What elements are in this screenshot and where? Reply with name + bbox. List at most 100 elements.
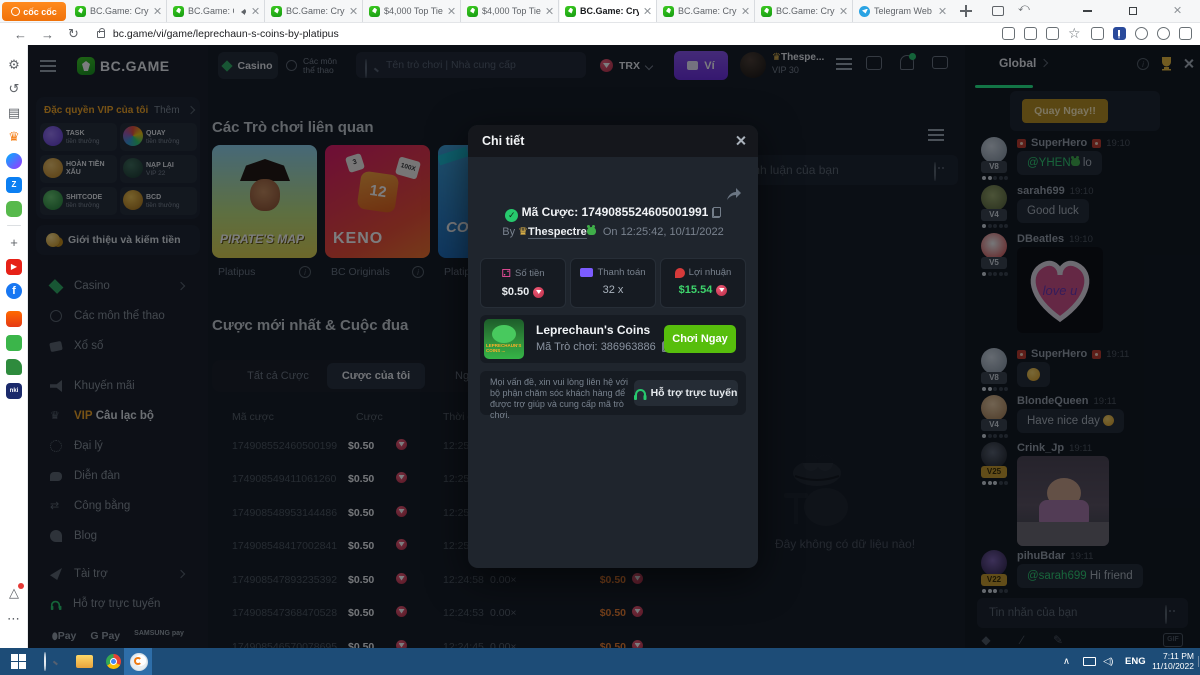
telegram-favicon bbox=[859, 6, 870, 17]
reading-list-icon[interactable] bbox=[992, 6, 1004, 16]
add-site-icon[interactable]: + bbox=[6, 235, 22, 251]
tab-close-icon[interactable] bbox=[545, 7, 553, 15]
profile-icon[interactable] bbox=[1157, 27, 1170, 40]
browser-tab-4[interactable]: $4,000 Top Tier P bbox=[364, 0, 461, 22]
download-manager-icon[interactable] bbox=[1113, 27, 1126, 40]
trx-coin-icon bbox=[716, 285, 727, 296]
browser-tab-3[interactable]: BC.Game: Crypto bbox=[266, 0, 363, 22]
tab-audio-icon[interactable] bbox=[238, 7, 247, 16]
translate-icon[interactable] bbox=[1024, 27, 1037, 40]
coccoc-taskbar-active[interactable] bbox=[124, 648, 152, 675]
back-icon[interactable]: ← bbox=[14, 27, 27, 42]
tray-expand-icon[interactable]: ∧ bbox=[1063, 656, 1070, 667]
volume-icon[interactable]: ◁) bbox=[1103, 656, 1113, 667]
url-text[interactable]: bc.game/vi/game/leprechaun-s-coins-by-pl… bbox=[113, 28, 339, 40]
settings-gear-icon[interactable]: ⚙ bbox=[6, 57, 22, 73]
bcgame-favicon bbox=[369, 6, 380, 17]
bookmark-star-icon[interactable]: ☆ bbox=[1068, 27, 1082, 40]
coccoc-logo[interactable]: cốc cốc bbox=[2, 2, 66, 21]
help-text: Mọi vấn đề, xin vui lòng liên hệ với bộ … bbox=[490, 377, 638, 421]
profit-icon bbox=[675, 268, 685, 278]
chrome-icon[interactable] bbox=[106, 654, 121, 669]
messenger-icon[interactable] bbox=[6, 153, 22, 169]
game-box: LEPRECHAUN'SCOINS ... Leprechaun's Coins… bbox=[480, 315, 746, 363]
share-icon[interactable] bbox=[726, 187, 742, 201]
bet-id-label: Mã Cược: bbox=[522, 205, 579, 219]
save-page-icon[interactable] bbox=[1002, 27, 1015, 40]
browser-tab-6-active[interactable]: BC.Game: Crypto bbox=[560, 0, 657, 22]
page-viewport: BC.GAME Đặc quyền VIP của tôi Thêm TASKt… bbox=[28, 45, 1200, 648]
bet-id-value: 1749085524605001991 bbox=[582, 205, 709, 219]
tab-close-icon[interactable] bbox=[938, 7, 946, 15]
start-button[interactable] bbox=[10, 653, 27, 670]
tab-close-icon[interactable] bbox=[741, 7, 749, 15]
file-explorer-icon[interactable] bbox=[76, 655, 93, 668]
network-icon[interactable] bbox=[1083, 657, 1096, 666]
tab-close-icon[interactable] bbox=[839, 7, 847, 15]
headphones-icon bbox=[635, 389, 646, 398]
crown-icon[interactable]: ♛ bbox=[6, 129, 22, 145]
tab-close-icon[interactable] bbox=[349, 7, 357, 15]
more-options-icon[interactable]: ⋯ bbox=[6, 611, 22, 627]
bcgame-favicon bbox=[663, 6, 674, 17]
reload-icon[interactable]: ↻ bbox=[68, 26, 79, 42]
downloads-tray-icon[interactable] bbox=[1179, 27, 1192, 40]
game-thumbnail[interactable]: LEPRECHAUN'SCOINS ... bbox=[484, 319, 524, 359]
help-box: Mọi vấn đề, xin vui lòng liên hệ với bộ … bbox=[480, 371, 746, 415]
lock-icon[interactable] bbox=[97, 31, 105, 38]
window-maximize-button[interactable] bbox=[1110, 0, 1155, 22]
zalo-icon[interactable]: Z bbox=[6, 177, 22, 193]
verified-icon: ✓ bbox=[505, 209, 518, 222]
browser-tab-5[interactable]: $4,000 Top Tier P bbox=[462, 0, 559, 22]
trx-coin-icon bbox=[533, 287, 544, 298]
browser-tab-7[interactable]: BC.Game: Crypto bbox=[658, 0, 755, 22]
tab-close-icon[interactable] bbox=[153, 7, 161, 15]
news-feed-icon[interactable]: ▤ bbox=[6, 105, 22, 121]
tab-close-icon[interactable] bbox=[251, 7, 259, 15]
adblock-shield-icon[interactable] bbox=[1091, 27, 1104, 40]
bcgame-favicon bbox=[565, 6, 576, 17]
browser-chrome: cốc cốc BC.Game: Crypto BC.Game: Cry BC.… bbox=[0, 0, 1200, 45]
share-icon[interactable] bbox=[1046, 27, 1059, 40]
tab-close-icon[interactable] bbox=[447, 7, 455, 15]
copy-icon[interactable] bbox=[712, 207, 721, 218]
modal-close-icon[interactable] bbox=[735, 135, 746, 146]
youtube-icon[interactable]: ▶ bbox=[6, 259, 22, 275]
show-desktop-edge[interactable] bbox=[1198, 656, 1199, 667]
window-minimize-button[interactable] bbox=[1065, 0, 1110, 22]
browser-tab-2[interactable]: BC.Game: Cry bbox=[168, 0, 265, 22]
forward-icon[interactable]: → bbox=[41, 27, 54, 42]
hat-app-icon[interactable] bbox=[6, 359, 22, 375]
bcgame-favicon bbox=[75, 6, 86, 17]
browser-tab-8[interactable]: BC.Game: Crypto bbox=[756, 0, 853, 22]
play-now-button[interactable]: Chơi Ngay bbox=[664, 325, 736, 353]
window-close-button[interactable] bbox=[1155, 0, 1200, 22]
shop-app-icon[interactable] bbox=[6, 311, 22, 327]
coccoc-logo-label: cốc cốc bbox=[23, 7, 57, 17]
bcgame-favicon bbox=[467, 6, 478, 17]
modal-header: Chi tiết bbox=[468, 125, 758, 157]
taskbar-search-icon[interactable] bbox=[44, 653, 61, 670]
bet-user-link[interactable]: Thespectre bbox=[528, 226, 587, 239]
coccoc-sidebar: ⚙ ↺ ▤ ♛ Z + ▶ f nki △ ⋯ bbox=[0, 45, 28, 648]
workspace-back-icon[interactable]: ⤺ bbox=[1018, 2, 1030, 15]
history-icon[interactable]: ↺ bbox=[6, 81, 22, 97]
stat-amount: ⚁Số tiền $0.50 bbox=[480, 258, 566, 308]
clock[interactable]: 7:11 PM11/10/2022 bbox=[1148, 651, 1194, 671]
utility-app-icon[interactable] bbox=[6, 335, 22, 351]
notification-bell-icon[interactable]: △ bbox=[6, 585, 22, 601]
stat-profit: Lợi nhuận $15.54 bbox=[660, 258, 746, 308]
nki-app-icon[interactable]: nki bbox=[6, 383, 22, 399]
tab-close-icon[interactable] bbox=[643, 7, 651, 15]
games-controller-icon[interactable] bbox=[6, 201, 22, 217]
live-support-button[interactable]: Hỗ trợ trực tuyến bbox=[634, 380, 738, 406]
stat-payout: Thanh toán 32 x bbox=[570, 258, 656, 308]
browser-tab-1[interactable]: BC.Game: Crypto bbox=[70, 0, 167, 22]
facebook-icon[interactable]: f bbox=[6, 283, 22, 299]
bet-details-modal: Chi tiết ✓ Mã Cược: 1749085524605001991 … bbox=[468, 125, 758, 568]
language-indicator[interactable]: ENG bbox=[1125, 656, 1146, 667]
extensions-icon[interactable] bbox=[1135, 27, 1148, 40]
browser-tab-9[interactable]: Telegram Web bbox=[854, 0, 951, 22]
game-name: Leprechaun's Coins bbox=[536, 323, 650, 337]
dice-icon: ⚁ bbox=[501, 267, 511, 280]
